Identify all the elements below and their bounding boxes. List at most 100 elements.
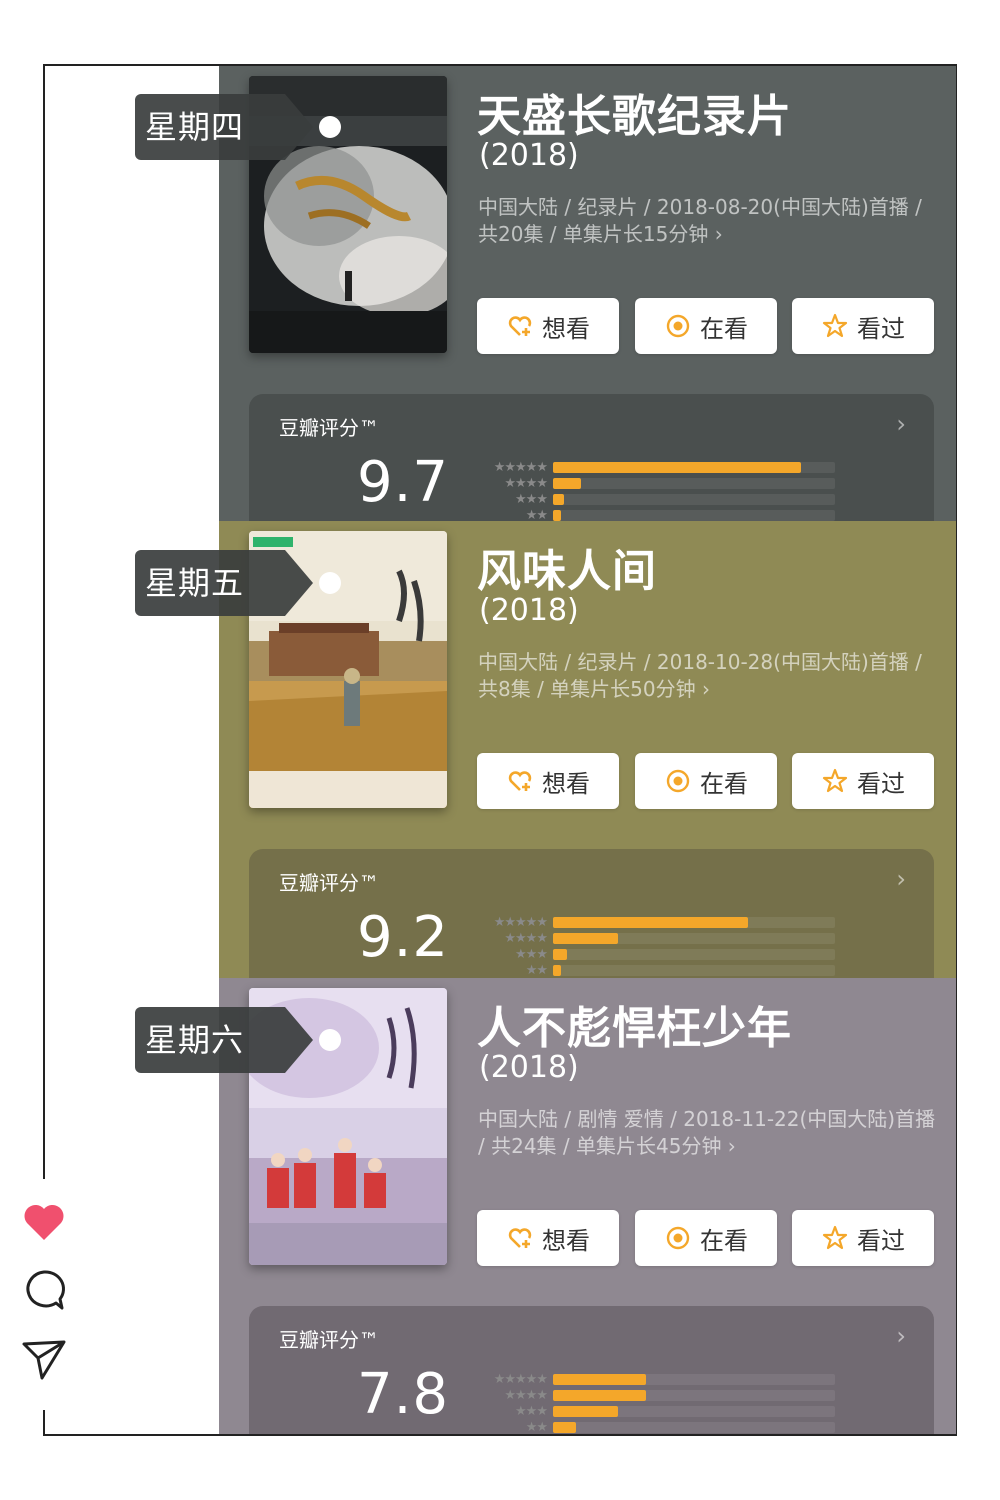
watching-button[interactable]: 在看 — [635, 298, 777, 354]
target-icon — [664, 1224, 692, 1252]
show-year: (2018) — [479, 593, 579, 628]
rating-bar-fill — [553, 1390, 647, 1401]
rating-bar-fill — [553, 917, 748, 928]
rating-panel[interactable]: 豆瓣评分™ › 7.8 ★★★★★ ★★★★ ★★★ ★★ — [249, 1306, 934, 1434]
frame-bottom-line — [43, 1434, 957, 1436]
rating-score: 9.7 — [357, 450, 450, 515]
four-star-icon: ★★★★ — [504, 1388, 548, 1403]
day-tag-saturday: 星期六 — [135, 1007, 313, 1073]
three-star-icon: ★★★ — [515, 1404, 548, 1419]
rating-label: 豆瓣评分™ — [279, 1328, 379, 1352]
rating-bar-fill — [553, 1422, 576, 1433]
rating-bar-track — [553, 1390, 835, 1401]
star-icon — [821, 1224, 849, 1252]
watched-label: 看过 — [857, 314, 905, 343]
chevron-right-icon: › — [896, 410, 906, 438]
show-year: (2018) — [479, 1050, 579, 1085]
rating-label: 豆瓣评分™ — [279, 871, 379, 895]
rating-panel[interactable]: 豆瓣评分™ › 9.7 ★★★★★ ★★★★ ★★★ ★★ — [249, 394, 934, 521]
rating-bars — [553, 1374, 835, 1434]
send-icon[interactable] — [20, 1334, 68, 1382]
want-label: 想看 — [542, 314, 590, 343]
want-to-watch-button[interactable]: 想看 — [477, 1210, 619, 1266]
rating-bar-fill — [553, 510, 562, 521]
show-meta[interactable]: 中国大陆 / 纪录片 / 2018-08-20(中国大陆)首播 / 共20集 /… — [478, 194, 938, 248]
watching-label: 在看 — [700, 769, 748, 798]
star-icon — [821, 312, 849, 340]
watching-label: 在看 — [700, 1226, 748, 1255]
rating-bar-fill — [553, 478, 582, 489]
want-to-watch-button[interactable]: 想看 — [477, 298, 619, 354]
three-star-icon: ★★★ — [515, 492, 548, 507]
show-meta[interactable]: 中国大陆 / 纪录片 / 2018-10-28(中国大陆)首播 / 共8集 / … — [478, 649, 938, 703]
rating-bar-track — [553, 1422, 835, 1433]
chevron-right-icon: › — [896, 865, 906, 893]
rating-bar-fill — [553, 1406, 618, 1417]
two-star-icon: ★★ — [525, 1420, 548, 1434]
show-title: 人不彪悍枉少年 — [477, 1003, 792, 1054]
rating-bar-track — [553, 949, 835, 960]
rating-bar-track — [553, 1406, 835, 1417]
day-label: 星期五 — [145, 564, 245, 602]
watching-button[interactable]: 在看 — [635, 1210, 777, 1266]
watching-label: 在看 — [700, 314, 748, 343]
rating-bars — [553, 917, 835, 978]
rating-bar-track — [553, 478, 835, 489]
show-meta[interactable]: 中国大陆 / 剧情 爱情 / 2018-11-22(中国大陆)首播 / 共24集… — [478, 1106, 938, 1160]
star-levels: ★★★★★ ★★★★ ★★★ ★★ — [475, 915, 548, 978]
heart-plus-icon — [506, 1224, 534, 1252]
rating-bars — [553, 462, 835, 521]
two-star-icon: ★★ — [525, 508, 548, 521]
star-levels: ★★★★★ ★★★★ ★★★ ★★ — [475, 460, 548, 521]
rating-bar-fill — [553, 933, 618, 944]
two-star-icon: ★★ — [525, 963, 548, 978]
timeline-dot — [319, 116, 341, 138]
watched-label: 看过 — [857, 1226, 905, 1255]
four-star-icon: ★★★★ — [504, 476, 548, 491]
rating-score: 9.2 — [357, 905, 450, 970]
target-icon — [664, 767, 692, 795]
rating-bar-track — [553, 917, 835, 928]
four-star-icon: ★★★★ — [504, 931, 548, 946]
frame-left-line-lower — [43, 1410, 45, 1436]
heart-icon[interactable] — [20, 1198, 68, 1246]
five-star-icon: ★★★★★ — [493, 460, 548, 475]
rating-bar-track — [553, 1374, 835, 1385]
day-label: 星期四 — [145, 108, 245, 146]
rating-bar-track — [553, 494, 835, 505]
watched-label: 看过 — [857, 769, 905, 798]
timeline-dot — [319, 572, 341, 594]
watched-button[interactable]: 看过 — [792, 1210, 934, 1266]
watched-button[interactable]: 看过 — [792, 753, 934, 809]
three-star-icon: ★★★ — [515, 947, 548, 962]
rating-bar-track — [553, 462, 835, 473]
rating-bar-fill — [553, 1374, 647, 1385]
star-icon — [821, 767, 849, 795]
want-to-watch-button[interactable]: 想看 — [477, 753, 619, 809]
rating-bar-track — [553, 965, 835, 976]
want-label: 想看 — [542, 769, 590, 798]
frame-left-line — [43, 64, 45, 1179]
watching-button[interactable]: 在看 — [635, 753, 777, 809]
day-tag-friday: 星期五 — [135, 550, 313, 616]
rating-bar-fill — [553, 965, 562, 976]
heart-plus-icon — [506, 312, 534, 340]
timeline-dot — [319, 1029, 341, 1051]
star-levels: ★★★★★ ★★★★ ★★★ ★★ — [475, 1372, 548, 1434]
target-icon — [664, 312, 692, 340]
rating-bar-fill — [553, 494, 565, 505]
show-title: 风味人间 — [477, 546, 657, 597]
rating-bar-fill — [553, 949, 568, 960]
five-star-icon: ★★★★★ — [493, 1372, 548, 1387]
rating-bar-track — [553, 933, 835, 944]
rating-panel[interactable]: 豆瓣评分™ › 9.2 ★★★★★ ★★★★ ★★★ ★★ — [249, 849, 934, 978]
rating-bar-track — [553, 510, 835, 521]
heart-plus-icon — [506, 767, 534, 795]
want-label: 想看 — [542, 1226, 590, 1255]
rating-bar-fill — [553, 462, 802, 473]
show-year: (2018) — [479, 138, 579, 173]
watched-button[interactable]: 看过 — [792, 298, 934, 354]
rating-score: 7.8 — [357, 1362, 450, 1427]
comment-icon[interactable] — [20, 1266, 68, 1314]
chevron-right-icon: › — [896, 1322, 906, 1350]
